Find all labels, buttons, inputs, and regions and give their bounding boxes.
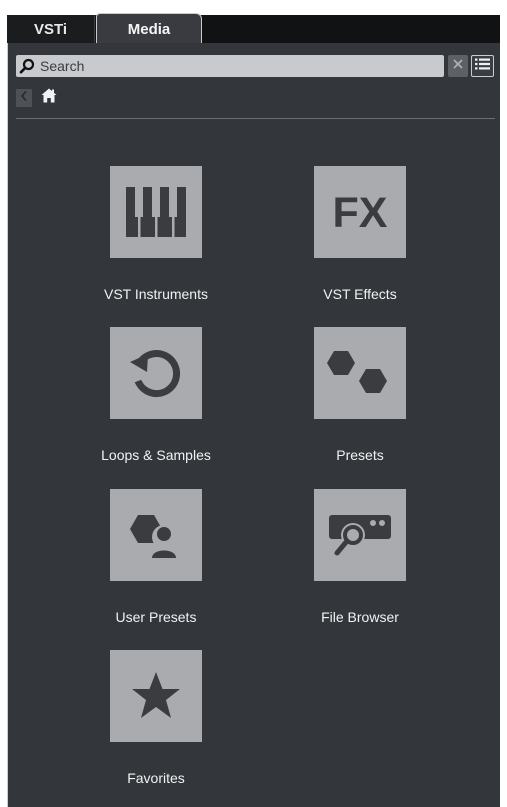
divider: [16, 118, 495, 119]
home-icon: [41, 88, 57, 108]
svg-text:FX: FX: [333, 189, 388, 237]
fx-icon: FX: [314, 166, 406, 258]
tile-vst-effects[interactable]: FX VST Effects: [269, 166, 449, 316]
tile-loops-samples[interactable]: Loops & Samples: [65, 327, 245, 477]
tile-label: Favorites: [127, 770, 185, 786]
list-view-icon: [475, 57, 490, 75]
home-button[interactable]: [40, 88, 58, 108]
search-input[interactable]: [38, 56, 420, 76]
tile-label: VST Effects: [323, 286, 397, 302]
tile-vst-instruments[interactable]: VST Instruments: [65, 166, 245, 316]
tile-presets[interactable]: Presets: [269, 327, 449, 477]
close-icon: [452, 57, 464, 75]
media-panel: VST Instruments FX VST Effects Loops & S…: [7, 43, 500, 807]
hexagons-icon: [314, 327, 406, 419]
tile-label: Presets: [336, 447, 384, 463]
tile-favorites[interactable]: Favorites: [65, 650, 245, 800]
tile-label: User Presets: [115, 609, 197, 625]
tile-label: VST Instruments: [103, 286, 208, 302]
tab-strip: VSTi Media: [7, 13, 500, 44]
tab-media[interactable]: Media: [96, 13, 202, 44]
loop-icon: [110, 327, 202, 419]
tile-user-presets[interactable]: User Presets: [65, 489, 245, 639]
clear-search-button[interactable]: [448, 55, 468, 77]
tile-label: Loops & Samples: [101, 447, 211, 463]
back-button[interactable]: [16, 89, 32, 107]
user-preset-icon: [110, 489, 202, 581]
search-box[interactable]: [16, 55, 444, 77]
star-icon: [110, 650, 202, 742]
file-browser-icon: [314, 489, 406, 581]
tab-vsti[interactable]: VSTi: [7, 15, 95, 43]
search-bar: [16, 55, 494, 77]
chevron-left-icon: [20, 89, 28, 107]
tile-file-browser[interactable]: File Browser: [269, 489, 449, 639]
list-view-button[interactable]: [471, 55, 494, 77]
tile-label: File Browser: [321, 609, 399, 625]
piano-keys-icon: [110, 166, 202, 258]
magnifier-icon: [16, 55, 38, 77]
